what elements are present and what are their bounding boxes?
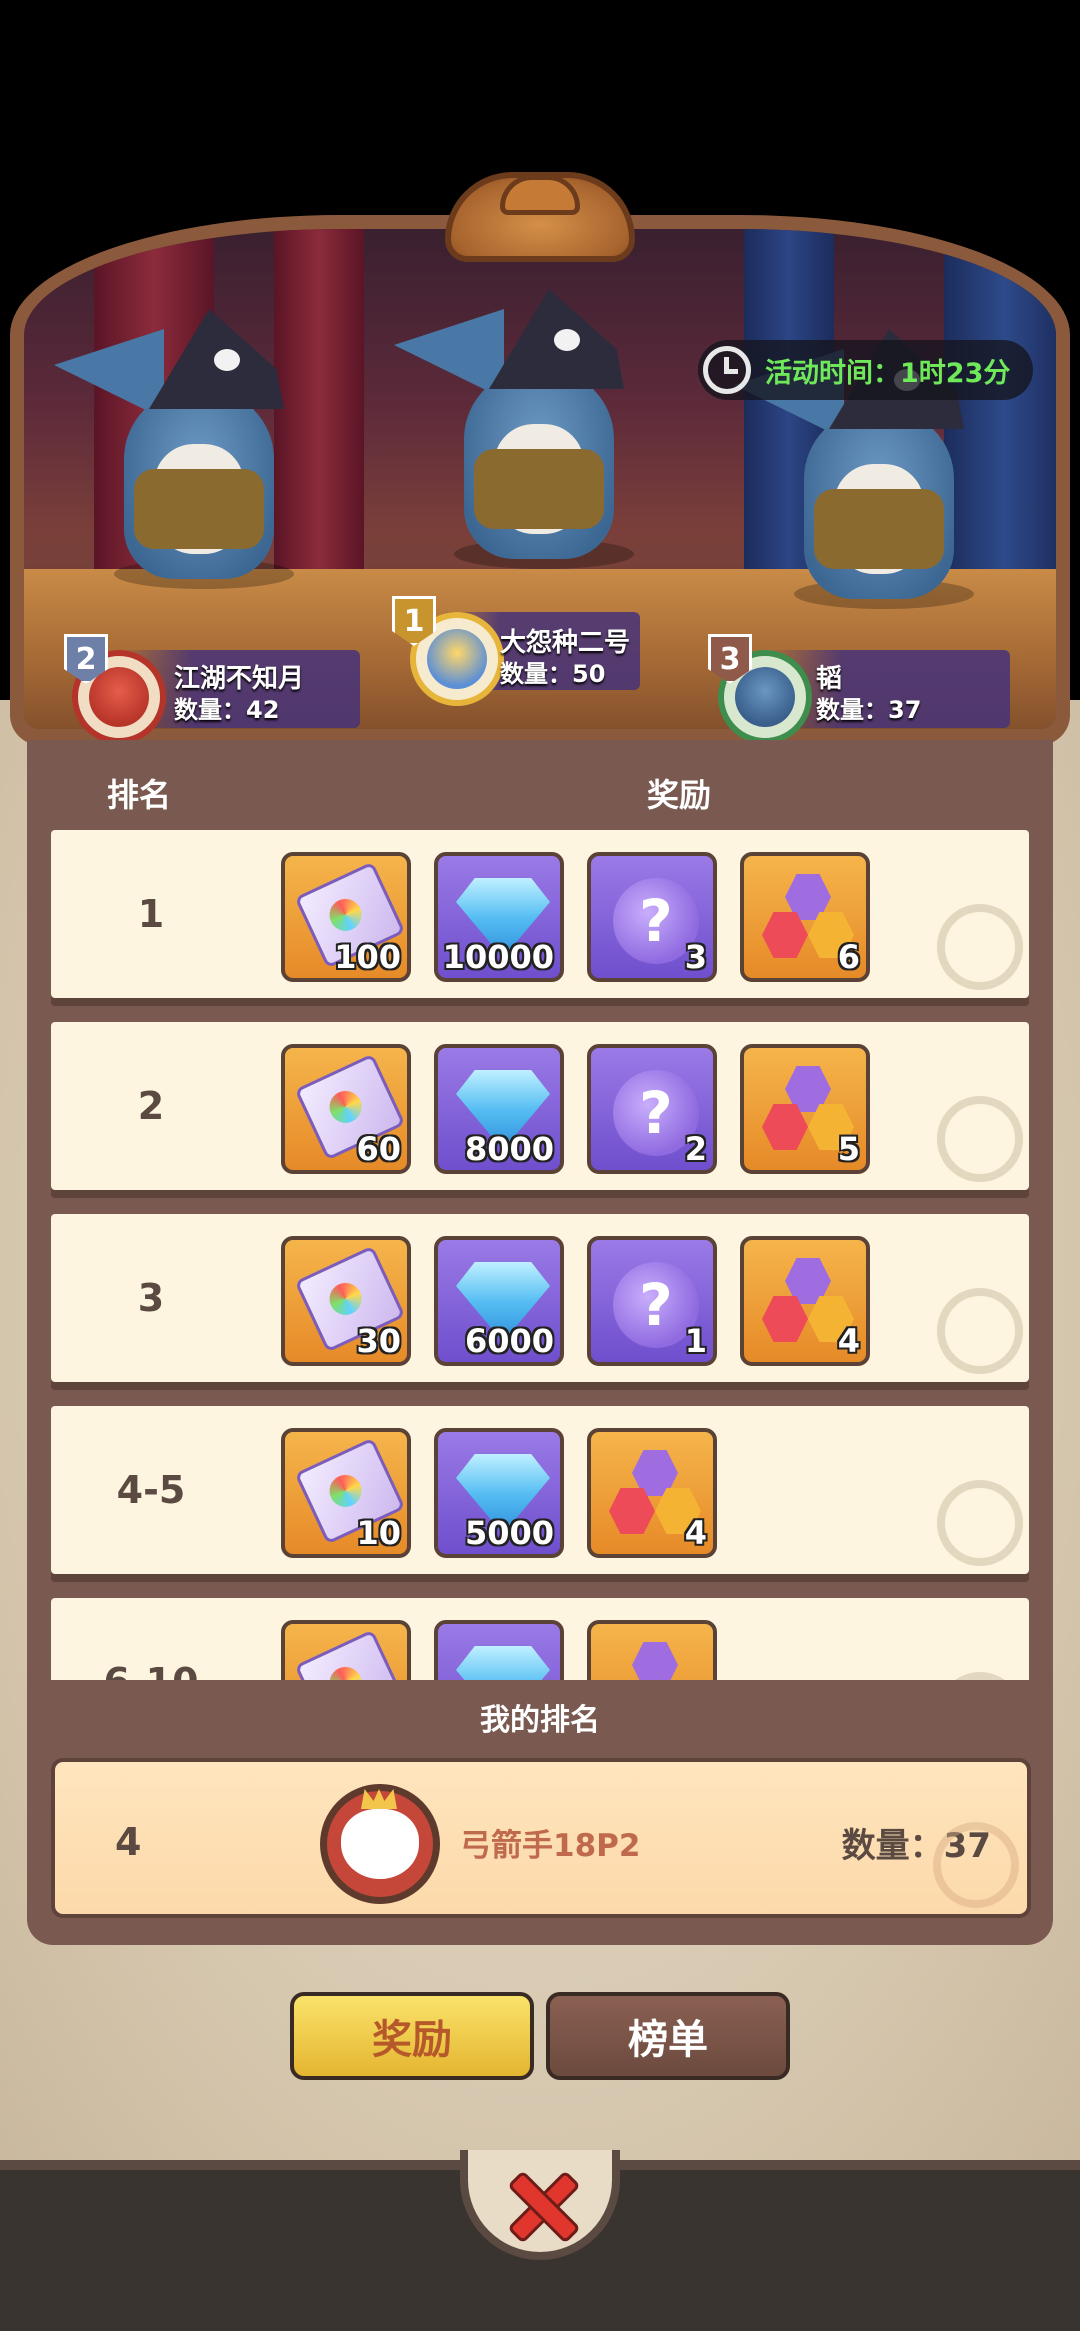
shark-pirate-rank-2 [54,269,354,589]
reward-item[interactable]: 100 [281,852,411,982]
rewards-panel: 排名 奖励 1 100 10000? 3 6 2 60 8000? 2 5 3 30 6000? 1 4 4-… [27,740,1053,1945]
podium-player-count: 数量：42 [174,696,280,724]
tab-leaderboard[interactable]: 榜单 [546,1992,790,2080]
my-player-count: 数量：37 [841,1825,991,1866]
close-icon[interactable] [505,2168,575,2238]
reward-item[interactable]: 5 [740,1044,870,1174]
reward-quantity: 5000 [464,1514,554,1552]
column-header-rank: 排名 [107,776,172,814]
clock-icon [703,346,751,394]
polar-bear-icon [341,1809,419,1879]
my-rank-card: 4 弓箭手18P2 数量：37 [51,1758,1031,1918]
reward-quantity: 10 [356,1514,401,1552]
reward-quantity: 100 [334,938,401,976]
reward-rank-label: 3 [137,1276,165,1320]
reward-item[interactable] [587,1620,717,1680]
reward-rank-label: 6-10 [51,1598,251,1680]
reward-row: 3 30 6000 ? 1 4 [51,1214,1029,1382]
reward-item[interactable]: 10000 [434,852,564,982]
reward-quantity: 30 [356,1322,401,1360]
podium-player-count: 数量：37 [816,696,922,724]
reward-list[interactable]: 1 100 10000 ? 3 6 2 60 8000 ? 2 5 3 30 6000 ? 1 4 4-5 10 500… [47,830,1033,1680]
reward-quantity: 10000 [442,938,554,976]
reward-item[interactable]: 10 [281,1428,411,1558]
reward-quantity: 5 [837,1130,860,1168]
reward-quantity: 4 [837,1322,860,1360]
reward-item[interactable]: 4 [740,1236,870,1366]
hex-gems-icon [605,1642,705,1680]
reward-quantity: 6000 [464,1322,554,1360]
reward-item[interactable] [281,1620,411,1680]
event-timer: 活动时间：1时23分 [698,340,1033,400]
reward-rank-label: 2 [137,1084,165,1128]
reward-quantity: 4 [684,1514,707,1552]
my-rank-title: 我的排名 [480,1703,600,1738]
gem-icon [456,1646,550,1680]
reward-item[interactable] [434,1620,564,1680]
avatar [320,1784,440,1904]
reward-row: 6-10 [51,1598,1029,1680]
ticket-icon [294,1629,406,1680]
column-header-reward: 奖励 [647,776,712,814]
reward-item[interactable]: ? 2 [587,1044,717,1174]
reward-rank-label: 4-5 [116,1468,186,1512]
tab-rewards[interactable]: 奖励 [290,1992,534,2080]
reward-item[interactable]: ? 1 [587,1236,717,1366]
reward-item[interactable]: 8000 [434,1044,564,1174]
reward-rank-label: 1 [137,892,165,936]
reward-quantity: 3 [684,938,707,976]
reward-item[interactable]: 60 [281,1044,411,1174]
reward-row: 1 100 10000 ? 3 6 [51,830,1029,998]
reward-row: 4-5 10 5000 4 [51,1406,1029,1574]
reward-quantity: 8000 [464,1130,554,1168]
reward-quantity: 2 [684,1130,707,1168]
reward-quantity: 60 [356,1130,401,1168]
reward-item[interactable]: ? 3 [587,852,717,982]
shark-pirate-rank-3 [734,289,1034,609]
reward-item[interactable]: 30 [281,1236,411,1366]
reward-item[interactable]: 4 [587,1428,717,1558]
shark-pirate-rank-1 [394,249,694,569]
reward-item[interactable]: 6000 [434,1236,564,1366]
podium-player-count: 数量：50 [500,660,606,688]
reward-row: 2 60 8000 ? 2 5 [51,1022,1029,1190]
reward-item[interactable]: 6 [740,852,870,982]
reward-quantity: 1 [684,1322,707,1360]
event-timer-text: 活动时间：1时23分 [765,357,1011,389]
reward-item[interactable]: 5000 [434,1428,564,1558]
reward-quantity: 6 [837,938,860,976]
my-rank-number: 4 [115,1820,142,1864]
my-player-name: 弓箭手18P2 [460,1827,641,1864]
